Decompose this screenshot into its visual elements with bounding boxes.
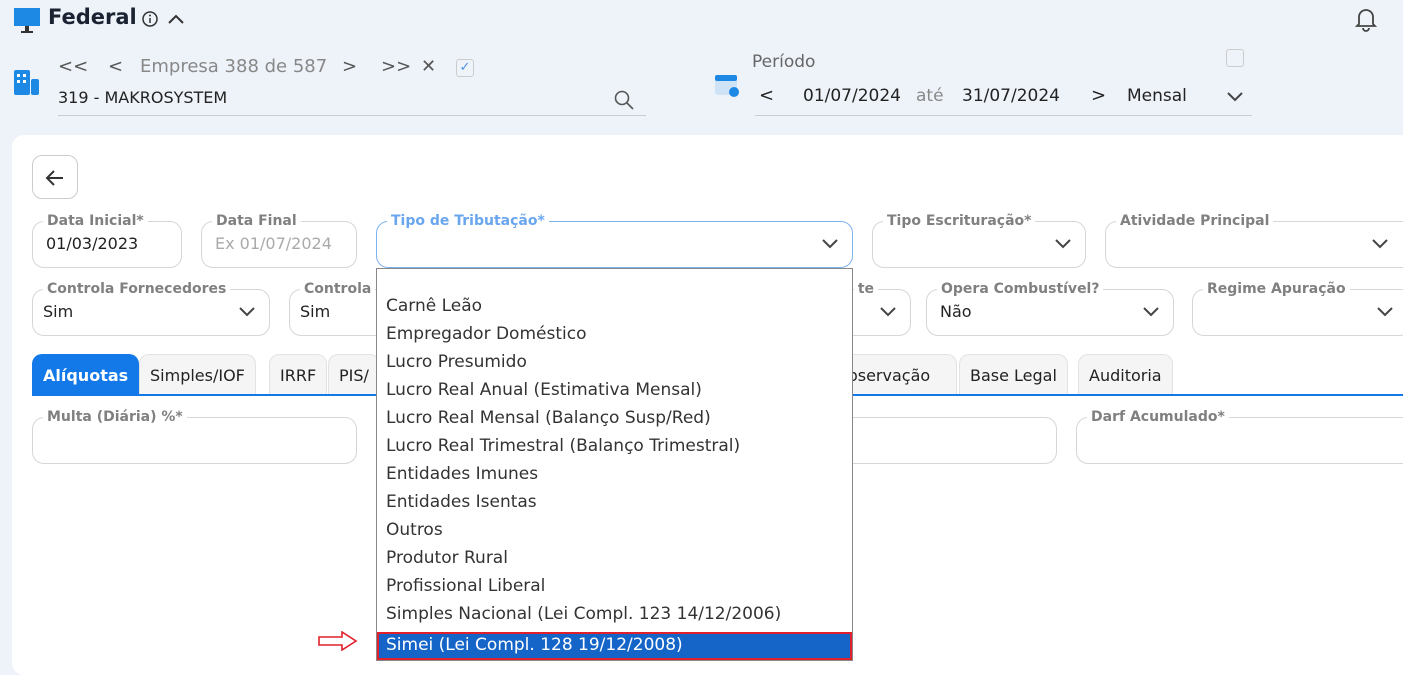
dropdown-option[interactable]: Produtor Rural [377, 545, 852, 573]
period-label: Período [752, 52, 816, 72]
next-company-button[interactable]: > [342, 56, 357, 77]
last-company-button[interactable]: >> [381, 56, 411, 77]
chevron-up-icon[interactable] [167, 12, 185, 26]
chevron-down-icon[interactable] [1225, 88, 1245, 104]
dropdown-option[interactable]: Profissional Liberal [377, 573, 852, 601]
close-icon[interactable]: ✕ [421, 56, 436, 77]
chevron-down-icon [822, 239, 838, 249]
arrow-right-icon [318, 631, 358, 651]
dropdown-option[interactable]: Lucro Real Trimestral (Balanço Trimestra… [377, 433, 852, 461]
company-search-input[interactable]: 319 - MAKROSYSTEM [58, 84, 646, 116]
chevron-down-icon [880, 307, 896, 317]
chevron-down-icon [1377, 307, 1393, 317]
period-checkbox[interactable] [1226, 49, 1244, 67]
data-final-field[interactable]: Data Final Ex 01/07/2024 [201, 213, 357, 268]
first-company-button[interactable]: << [58, 56, 88, 77]
arrow-left-icon [45, 170, 63, 186]
chevron-down-icon [1372, 239, 1388, 249]
tipo-tributacao-dropdown[interactable]: Carnê Leão Empregador Doméstico Lucro Pres… [376, 268, 853, 661]
building-icon [14, 70, 39, 95]
dropdown-option[interactable]: Lucro Real Anual (Estimativa Mensal) [377, 377, 852, 405]
dropdown-option[interactable]: Empregador Doméstico [377, 321, 852, 349]
dropdown-option[interactable]: Lucro Presumido [377, 349, 852, 377]
data-inicial-field[interactable]: Data Inicial* 01/03/2023 [32, 213, 182, 268]
dropdown-option[interactable]: Simples Nacional (Lei Compl. 123 14/12/2… [377, 601, 852, 629]
tab-aliquotas[interactable]: Alíquotas [32, 354, 140, 396]
tab-simples-iof[interactable]: Simples/IOF [139, 354, 256, 396]
next-period-button[interactable]: > [1091, 85, 1106, 106]
atividade-principal-select[interactable]: Atividade Principal [1105, 213, 1403, 268]
page-title: Federal [48, 5, 137, 29]
search-icon[interactable] [614, 90, 634, 110]
company-counter: Empresa 388 de 587 [140, 56, 328, 77]
dropdown-option[interactable]: Lucro Real Mensal (Balanço Susp/Red) [377, 405, 852, 433]
period-selector[interactable]: < 01/07/2024 até 31/07/2024 > Mensal [755, 80, 1252, 116]
prev-period-button[interactable]: < [759, 85, 774, 106]
company-checkbox[interactable]: ✓ [456, 59, 474, 77]
period-type-select[interactable]: Mensal [1127, 86, 1187, 106]
tipo-tributacao-select[interactable]: Tipo de Tributação* [376, 213, 853, 268]
date-to[interactable]: 31/07/2024 [962, 86, 1060, 106]
info-icon[interactable] [142, 11, 158, 27]
regime-apuracao-select[interactable]: Regime Apuração [1192, 281, 1403, 336]
multa-field[interactable]: Multa (Diária) %* [32, 409, 357, 464]
tab-irrf[interactable]: IRRF [269, 354, 328, 396]
tab-pis[interactable]: PIS/ [328, 354, 380, 396]
monitor-icon [14, 8, 40, 33]
tab-base-legal[interactable]: Base Legal [959, 354, 1068, 396]
chevron-down-icon [239, 307, 255, 317]
darf-acumulado-field[interactable]: Darf Acumulado* [1076, 409, 1403, 464]
chevron-down-icon [1055, 239, 1071, 249]
dropdown-option[interactable]: Entidades Isentas [377, 489, 852, 517]
tab-auditoria[interactable]: Auditoria [1078, 354, 1173, 396]
dropdown-option[interactable]: Entidades Imunes [377, 461, 852, 489]
prev-company-button[interactable]: < [108, 56, 123, 77]
chevron-down-icon [1143, 307, 1159, 317]
calendar-icon [715, 75, 739, 97]
dropdown-option[interactable]: Carnê Leão [377, 293, 852, 321]
dropdown-option[interactable]: Outros [377, 517, 852, 545]
dropdown-option[interactable]: Simei (Lei Compl. 128 19/12/2008) [377, 632, 852, 660]
date-from[interactable]: 01/07/2024 [803, 86, 901, 106]
bell-icon[interactable] [1355, 6, 1377, 32]
back-button[interactable] [32, 155, 78, 199]
opera-combustivel-select[interactable]: Opera Combustível? Não [926, 281, 1174, 336]
tipo-escrituracao-select[interactable]: Tipo Escrituração* [872, 213, 1086, 268]
controla-fornecedores-select[interactable]: Controla Fornecedores Sim [32, 281, 270, 336]
